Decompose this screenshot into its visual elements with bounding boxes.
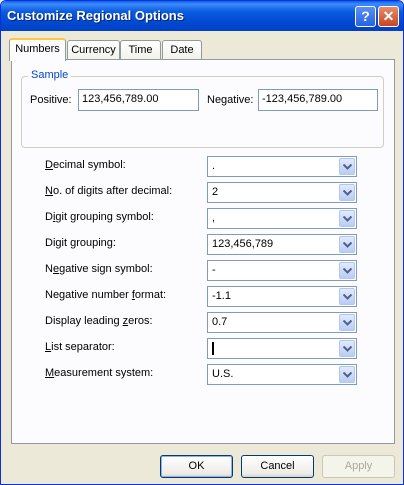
- setting-label: Negative number format:: [45, 289, 167, 301]
- select-value: -: [212, 264, 216, 276]
- select-value: 0.7: [212, 316, 228, 328]
- numbers-tab-panel: Sample Positive: 123,456,789.00 Negative…: [11, 59, 395, 444]
- chevron-down-icon[interactable]: [339, 340, 355, 357]
- setting-label: No. of digits after decimal:: [45, 185, 173, 197]
- setting-label: Digit grouping:: [45, 237, 116, 249]
- select-value: 2: [212, 186, 219, 198]
- negative-sample-field: -123,456,789.00: [258, 89, 378, 111]
- title-bar[interactable]: Customize Regional Options ? ✕: [1, 1, 403, 31]
- sample-group-label: Sample: [28, 69, 72, 81]
- help-icon: ?: [361, 8, 370, 24]
- tab-time[interactable]: Time: [120, 40, 161, 60]
- positive-sample-field: 123,456,789.00: [78, 89, 199, 111]
- select-value: ,: [212, 212, 216, 224]
- setting-label: List separator:: [45, 341, 115, 353]
- tab-currency[interactable]: Currency: [67, 40, 120, 60]
- dialog-window: Customize Regional Options ? ✕ Numbers C…: [0, 0, 404, 485]
- setting-label: Measurement system:: [45, 367, 154, 379]
- decimal-symbol-select[interactable]: .: [207, 156, 357, 177]
- setting-label: Decimal symbol:: [45, 159, 126, 171]
- digit-grouping-select[interactable]: 123,456,789: [207, 234, 357, 255]
- setting-label: Negative sign symbol:: [45, 263, 153, 275]
- chevron-down-icon[interactable]: [339, 288, 355, 305]
- digits-after-decimal-select[interactable]: 2: [207, 182, 357, 203]
- select-value: U.S.: [212, 368, 234, 380]
- negative-label: Negative:: [207, 94, 254, 106]
- text-cursor: [212, 342, 214, 355]
- chevron-down-icon[interactable]: [339, 366, 355, 383]
- select-value: 123,456,789: [212, 238, 274, 250]
- chevron-down-icon[interactable]: [339, 210, 355, 227]
- help-button[interactable]: ?: [355, 6, 376, 27]
- chevron-down-icon[interactable]: [339, 262, 355, 279]
- chevron-down-icon[interactable]: [339, 158, 355, 175]
- list-separator-select[interactable]: [207, 338, 357, 359]
- select-value: .: [212, 160, 216, 172]
- cancel-button[interactable]: Cancel: [241, 455, 314, 478]
- chevron-down-icon[interactable]: [339, 314, 355, 331]
- close-icon: ✕: [382, 8, 395, 24]
- tab-date[interactable]: Date: [162, 40, 202, 60]
- negative-sign-symbol-select[interactable]: -: [207, 260, 357, 281]
- setting-label: Digit grouping symbol:: [45, 211, 154, 223]
- tab-numbers[interactable]: Numbers: [9, 38, 66, 61]
- positive-label: Positive:: [30, 94, 72, 106]
- negative-number-format-select[interactable]: -1.1: [207, 286, 357, 307]
- window-title: Customize Regional Options: [7, 8, 184, 23]
- select-value: -1.1: [212, 290, 231, 302]
- chevron-down-icon[interactable]: [339, 236, 355, 253]
- measurement-system-select[interactable]: U.S.: [207, 364, 357, 385]
- ok-button[interactable]: OK: [160, 455, 233, 478]
- close-button[interactable]: ✕: [378, 6, 399, 27]
- apply-button[interactable]: Apply: [322, 455, 395, 478]
- setting-label: Display leading zeros:: [45, 315, 153, 327]
- digit-grouping-symbol-select[interactable]: ,: [207, 208, 357, 229]
- sample-group: Sample Positive: 123,456,789.00 Negative…: [21, 69, 384, 148]
- chevron-down-icon[interactable]: [339, 184, 355, 201]
- leading-zeros-select[interactable]: 0.7: [207, 312, 357, 333]
